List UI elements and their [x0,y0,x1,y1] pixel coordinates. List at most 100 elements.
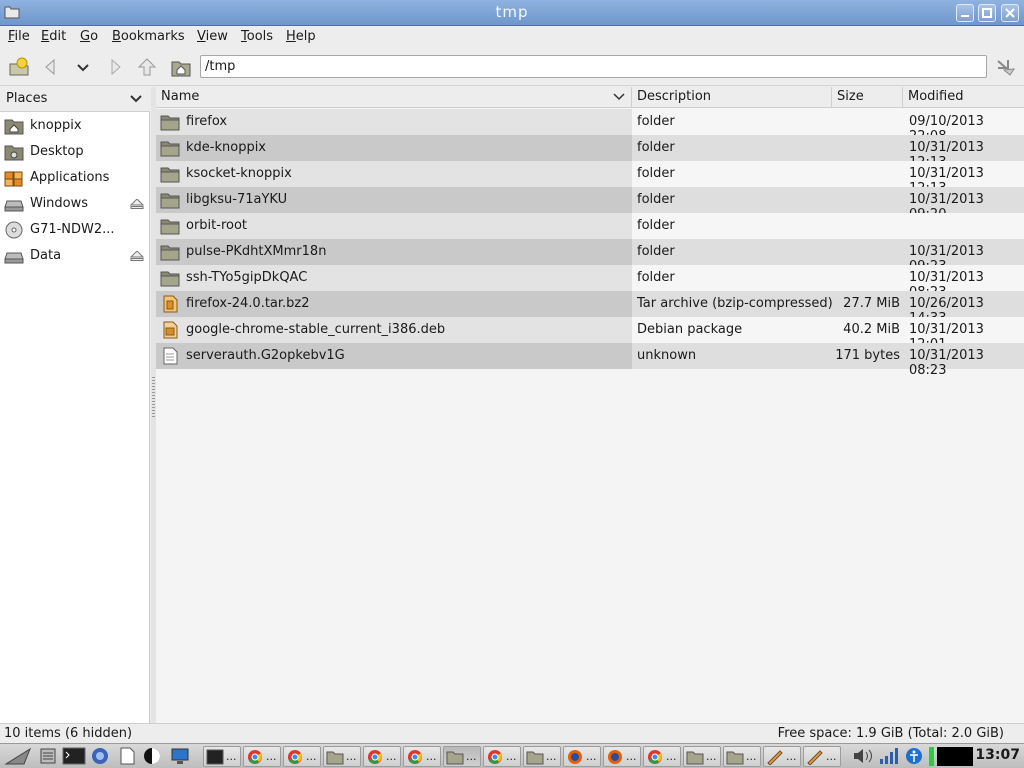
file-row[interactable]: google-chrome-stable_current_i386.deb De… [156,317,1024,352]
taskbar-task-chrome[interactable]: ... [243,746,281,767]
minimize-button[interactable] [956,4,974,22]
sidebar-item-knoppix[interactable]: knoppix [0,113,150,139]
file-description: Debian package [637,322,743,337]
forward-icon[interactable] [104,56,126,78]
task-label: ... [586,750,597,763]
taskbar-task-chrome[interactable]: ... [363,746,401,767]
file-row[interactable]: firefox folder 09/10/2013 22:08 [156,109,1024,144]
menu-edit[interactable]: Edit [41,29,66,44]
volume-icon[interactable] [852,747,874,765]
menu-tools[interactable]: Tools [241,29,273,44]
accessibility-icon[interactable] [904,747,924,765]
task-label: ... [706,750,717,763]
column-modified[interactable]: Modified [903,87,1024,108]
back-icon[interactable] [40,56,62,78]
menu-go[interactable]: Go [80,29,98,44]
system-monitor-graph [937,747,973,766]
file-row[interactable]: libgksu-71aYKU folder 10/31/2013 09:20 [156,187,1024,222]
taskbar-task-chrome[interactable]: ... [483,746,521,767]
monitor-launcher-icon[interactable] [170,747,190,765]
home-icon[interactable] [170,56,192,78]
task-label: ... [506,750,517,763]
file-description: folder [637,166,675,181]
taskbar-task-folder[interactable]: ... [323,746,361,767]
task-label: ... [466,750,477,763]
file-row[interactable]: firefox-24.0.tar.bz2 Tar archive (bzip-c… [156,291,1024,326]
file-row[interactable]: serverauth.G2opkebv1G unknown 171 bytes … [156,343,1024,378]
sidebar-item-label: Desktop [30,144,84,159]
eject-icon[interactable] [130,199,144,209]
sidebar-item-windows[interactable]: Windows [0,191,150,217]
task-label: ... [746,750,757,763]
taskbar-task-chrome[interactable]: ... [283,746,321,767]
theme-launcher-icon[interactable] [142,747,162,765]
task-label: ... [266,750,277,763]
menu-view[interactable]: View [197,29,228,44]
eject-icon[interactable] [130,251,144,261]
sidebar-item-data[interactable]: Data [0,243,150,269]
menu-help[interactable]: Help [286,29,316,44]
taskbar-task-folder[interactable]: ... [723,746,761,767]
column-size[interactable]: Size [832,87,903,108]
task-label: ... [346,750,357,763]
terminal-launcher-icon[interactable] [62,747,86,765]
taskbar-task-editor[interactable]: ... [803,746,841,767]
maximize-button[interactable] [978,4,996,22]
taskbar-task-chrome[interactable]: ... [403,746,441,767]
column-name[interactable]: Name [156,87,632,108]
chevron-down-icon [130,95,142,103]
browser-launcher-icon[interactable] [90,747,110,765]
close-button[interactable] [1001,4,1019,22]
drive-icon [4,247,24,265]
file-row[interactable]: ssh-TYo5gipDkQAC folder 10/31/2013 08:23 [156,265,1024,300]
path-input[interactable]: /tmp [200,55,987,78]
file-name: orbit-root [186,218,248,233]
home-folder-icon [4,117,24,135]
sidebar-item-applications[interactable]: Applications [0,165,150,191]
file-manager-launcher-icon[interactable] [38,747,58,765]
file-name: firefox-24.0.tar.bz2 [186,296,310,311]
menu-file[interactable]: File [8,29,30,44]
task-label: ... [546,750,557,763]
network-signal-icon[interactable] [878,747,900,765]
taskbar-task-firefox[interactable]: ... [603,746,641,767]
file-row[interactable]: orbit-root folder [156,213,1024,239]
file-description: folder [637,140,675,155]
taskbar-task-folder[interactable]: ... [523,746,561,767]
task-label: ... [626,750,637,763]
file-name: pulse-PKdhtXMmr18n [186,244,327,259]
start-menu-icon[interactable] [4,747,34,765]
sidebar-item-desktop[interactable]: Desktop [0,139,150,165]
document-launcher-icon[interactable] [118,747,136,765]
menu-bar: File Edit Go Bookmarks View Tools Help [0,26,1024,48]
file-row[interactable]: kde-knoppix folder 10/31/2013 12:13 [156,135,1024,170]
taskbar-task-editor[interactable]: ... [763,746,801,767]
column-description[interactable]: Description [632,87,832,108]
places-header[interactable]: Places [0,87,150,112]
cpu-meter [929,747,934,766]
menu-bookmarks[interactable]: Bookmarks [112,29,185,44]
file-size: 171 bytes [835,348,900,363]
history-dropdown-icon[interactable] [72,56,94,78]
folder-icon [160,165,180,183]
up-icon[interactable] [136,56,158,78]
file-row[interactable]: pulse-PKdhtXMmr18n folder 10/31/2013 09:… [156,239,1024,274]
file-description: folder [637,192,675,207]
taskbar-task-terminal[interactable]: ... [203,746,241,767]
taskbar-task-chrome[interactable]: ... [643,746,681,767]
taskbar-task-folder[interactable]: ... [443,746,481,767]
sidebar-item-g71-ndw2[interactable]: G71-NDW2... [0,217,150,243]
task-label: ... [786,750,797,763]
taskbar-task-folder[interactable]: ... [683,746,721,767]
file-row[interactable]: ksocket-knoppix folder 10/31/2013 12:13 [156,161,1024,196]
taskbar-task-firefox[interactable]: ... [563,746,601,767]
go-icon[interactable] [994,56,1016,78]
clock[interactable]: 13:07 [975,747,1020,763]
folder-icon [160,139,180,157]
folder-icon [160,113,180,131]
task-label: ... [386,750,397,763]
task-label: ... [826,750,837,763]
sidebar-item-label: G71-NDW2... [30,222,115,237]
package-icon [160,321,180,339]
new-tab-icon[interactable] [8,56,30,78]
